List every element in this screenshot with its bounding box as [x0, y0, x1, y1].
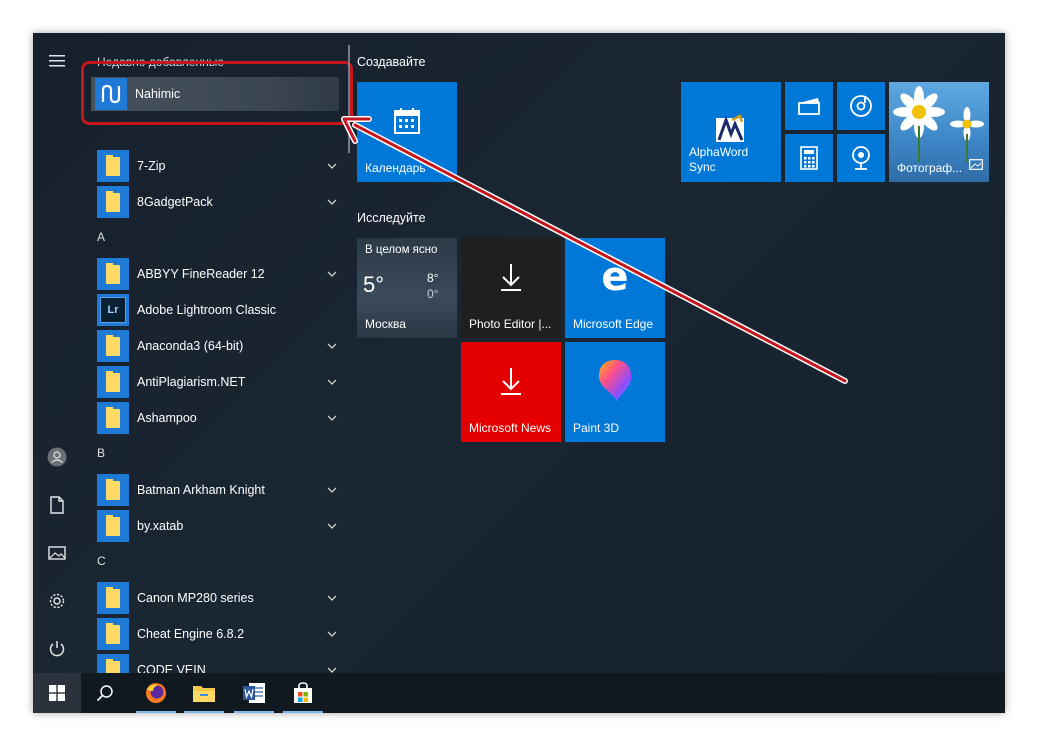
annotation-arrow — [341, 116, 848, 384]
start-menu-screen: Недавно добавленные Nahimic 7-Zip 8Gadget… — [33, 33, 1005, 713]
